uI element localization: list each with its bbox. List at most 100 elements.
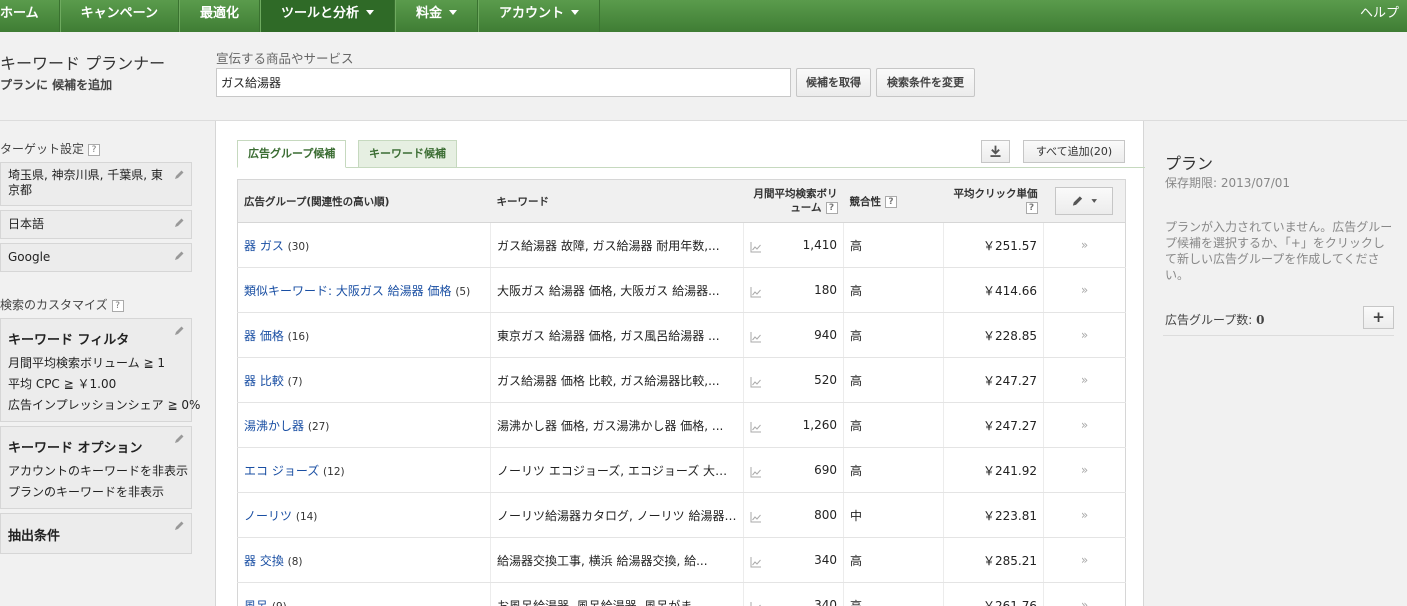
caret-down-icon [366,10,375,15]
trend-chart-icon[interactable] [750,286,762,298]
ad-group-keyword-count: (8) [287,555,303,568]
ad-group-keyword-count: (27) [307,420,330,433]
ad-group-link[interactable]: 器 比較 [244,374,284,388]
product-input[interactable] [216,68,791,97]
trend-chart-icon[interactable] [750,466,762,478]
ad-group-cell[interactable]: 器 比較 (7) [237,357,491,403]
ad-group-cell[interactable]: エコ ジョーズ (12) [237,447,491,493]
double-chevron-right-icon[interactable]: » [1081,463,1088,477]
keyword-options-title: キーワード オプション [8,441,143,456]
pencil-icon[interactable] [173,520,185,532]
column-header-competition[interactable]: 競合性? [843,179,944,223]
column-header-cpc[interactable]: 平均クリック単価? [943,179,1044,223]
pencil-icon[interactable] [173,325,185,337]
table-row[interactable]: 器 交換 (8) 給湯器交換工事, 横浜 給湯器交換, 給... 340 高 ￥285.… [237,537,1126,583]
ad-group-link[interactable]: 類似キーワード: 大阪ガス 給湯器 価格 [244,284,452,298]
add-ad-group-button[interactable]: + [1363,306,1394,329]
pencil-icon[interactable] [173,250,185,262]
ad-group-cell[interactable]: 湯沸かし器 (27) [237,402,491,448]
ad-group-cell[interactable]: 器 ガス (30) [237,222,491,268]
pencil-icon[interactable] [173,217,185,229]
nav-campaigns[interactable]: キャンペーン [59,0,179,32]
ad-group-cell[interactable]: ノーリツ (14) [237,492,491,538]
trend-chart-icon[interactable] [750,601,762,606]
help-icon[interactable]: ? [825,202,838,214]
add-all-button[interactable]: すべて追加(20) [1023,140,1125,163]
double-chevron-right-icon[interactable]: » [1081,553,1088,567]
ad-group-link[interactable]: 風呂 [244,599,268,606]
location-setting[interactable]: 埼玉県, 神奈川県, 千葉県, 東京都 [0,162,192,206]
ad-group-link[interactable]: 器 価格 [244,329,284,343]
nav-home[interactable]: ホーム [0,0,60,32]
option-hide-account-keywords: アカウントのキーワードを非表示 [8,464,189,478]
help-link[interactable]: ヘルプ [1360,0,1399,32]
tab-ad-group-ideas[interactable]: 広告グループ候補 [237,140,347,168]
double-chevron-right-icon[interactable]: » [1081,283,1088,297]
column-options-button[interactable] [1055,187,1114,215]
modify-search-button[interactable]: 検索条件を変更 [876,68,975,97]
language-setting[interactable]: 日本語 [0,210,192,239]
trend-chart-icon[interactable] [750,511,762,523]
trend-chart-icon[interactable] [750,241,762,253]
help-icon[interactable]: ? [111,300,124,312]
help-icon[interactable]: ? [1025,202,1038,214]
help-icon[interactable]: ? [88,144,101,156]
table-row[interactable]: 風呂 (9)お風呂給湯器, 風呂給湯器, 風呂がま...340高￥261.76» [237,582,1126,606]
ad-group-cell[interactable]: 器 交換 (8) [237,537,491,583]
column-header-keywords[interactable]: キーワード [490,179,744,223]
ad-group-link[interactable]: ノーリツ [244,509,292,523]
ad-group-link[interactable]: エコ ジョーズ [244,464,319,478]
table-row[interactable]: 器 ガス (30) ガス給湯器 故障, ガス給湯器 耐用年数,... 1,410 高 ￥… [237,222,1126,268]
get-ideas-button[interactable]: 候補を取得 [796,68,871,97]
volume-value: 1,260 [802,417,837,432]
volume-cell: 800 [743,492,844,538]
add-to-plan-cell: » [1043,537,1126,583]
volume-cell: 940 [743,312,844,358]
double-chevron-right-icon[interactable]: » [1081,598,1088,606]
download-button[interactable] [981,140,1010,163]
ad-group-link[interactable]: 器 ガス [244,239,284,253]
double-chevron-right-icon[interactable]: » [1081,418,1088,432]
nav-billing[interactable]: 料金 [395,0,479,32]
trend-chart-icon[interactable] [750,556,762,568]
trend-chart-icon[interactable] [750,421,762,433]
table-row[interactable]: 器 比較 (7) ガス給湯器 価格 比較, ガス給湯器比較,... 520 高 ￥247… [237,357,1126,403]
table-row[interactable]: エコ ジョーズ (12) ノーリツ エコジョーズ, エコジョーズ 大阪... 690… [237,447,1126,493]
column-header-volume[interactable]: 月間平均検索ボリューム? [743,179,844,223]
table-row[interactable]: 湯沸かし器 (27) 湯沸かし器 価格, ガス湯沸かし器 価格, ... 1,260… [237,402,1126,448]
table-row[interactable]: 類似キーワード: 大阪ガス 給湯器 価格 (5) 大阪ガス 給湯器 価格, 大阪ガ… [237,267,1126,313]
cpc-cell: ￥228.85 [943,312,1044,358]
pencil-icon[interactable] [173,433,185,445]
include-exclude-box[interactable]: 抽出条件 [0,513,192,554]
nav-opportunities[interactable]: 最適化 [178,0,260,32]
table-row[interactable]: 器 価格 (16) 東京ガス 給湯器 価格, ガス風呂給湯器 ... 940 高 ￥22… [237,312,1126,358]
volume-cell: 1,260 [743,402,844,448]
double-chevron-right-icon[interactable]: » [1081,238,1088,252]
double-chevron-right-icon[interactable]: » [1081,508,1088,522]
ad-group-cell[interactable]: 風呂 (9) [237,582,491,606]
cpc-cell: ￥261.76 [943,582,1044,606]
trend-chart-icon[interactable] [750,331,762,343]
keywords-cell: 大阪ガス 給湯器 価格, 大阪ガス 給湯器... [490,267,744,313]
table-row[interactable]: ノーリツ (14) ノーリツ給湯器カタログ, ノーリツ 給湯器 ... 800 中 ￥2… [237,492,1126,538]
double-chevron-right-icon[interactable]: » [1081,328,1088,342]
plan-ad-group-count-label: 広告グループ数: [1165,313,1253,327]
add-to-plan-cell: » [1043,582,1126,606]
keyword-filters-box[interactable]: キーワード フィルタ 月間平均検索ボリューム ≧ 1 平均 CPC ≧ ￥1.0… [0,318,200,422]
trend-chart-icon[interactable] [750,376,762,388]
tab-keyword-ideas[interactable]: キーワード候補 [358,140,457,168]
pencil-icon[interactable] [173,169,185,181]
ad-group-link[interactable]: 湯沸かし器 [244,419,304,433]
language-value: 日本語 [8,217,45,231]
ad-group-cell[interactable]: 器 価格 (16) [237,312,491,358]
ad-group-link[interactable]: 器 交換 [244,554,284,568]
network-setting[interactable]: Google [0,243,192,272]
keywords-cell: 東京ガス 給湯器 価格, ガス風呂給湯器 ... [490,312,744,358]
ad-group-cell[interactable]: 類似キーワード: 大阪ガス 給湯器 価格 (5) [237,267,491,313]
nav-account[interactable]: アカウント [478,0,601,32]
nav-tools-analysis[interactable]: ツールと分析 [260,0,396,32]
double-chevron-right-icon[interactable]: » [1081,373,1088,387]
keyword-options-box[interactable]: キーワード オプション アカウントのキーワードを非表示 プランのキーワードを非表… [0,426,192,509]
help-icon[interactable]: ? [885,195,897,208]
column-header-ad-group[interactable]: 広告グループ(関連性の高い順) [237,179,491,223]
